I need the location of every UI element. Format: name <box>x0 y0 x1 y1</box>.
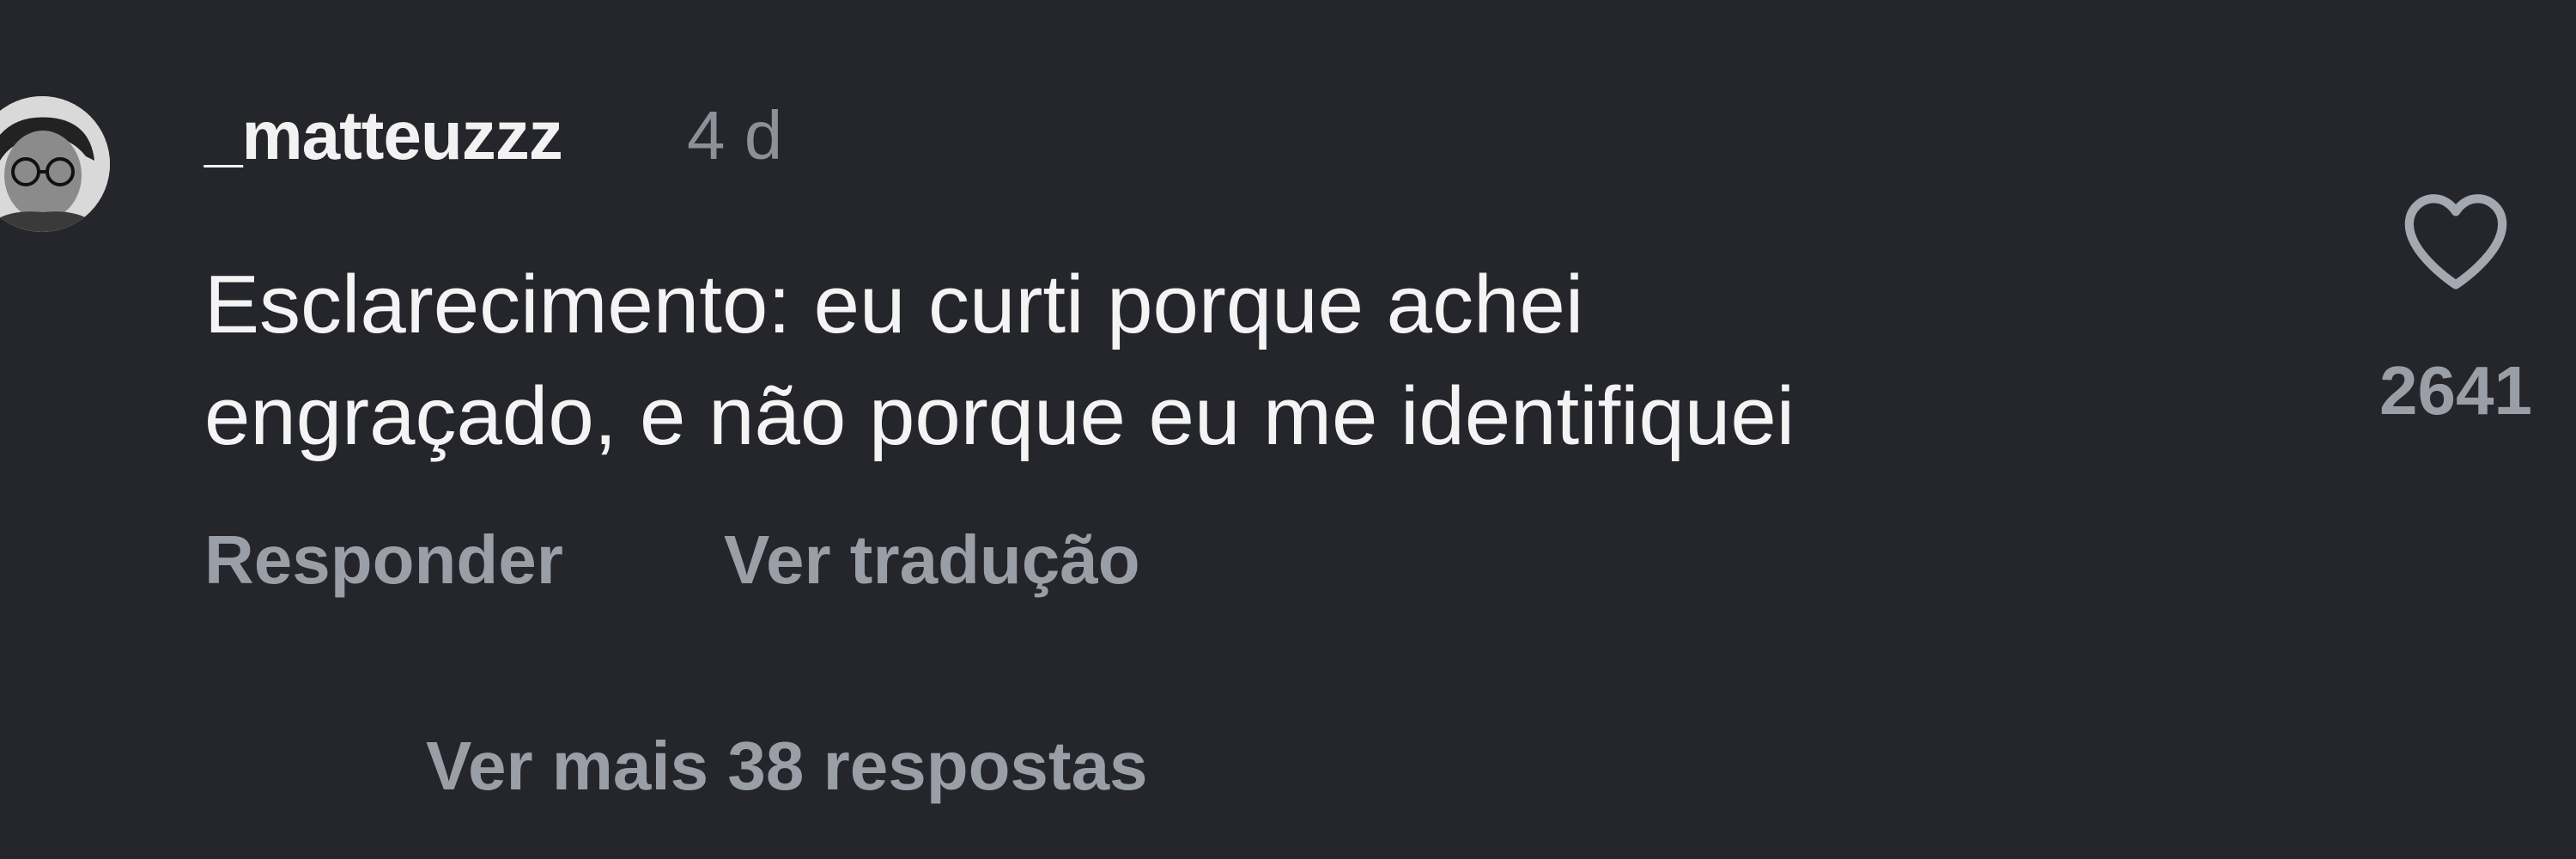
comment-text-line: engraçado, e não porque eu me identifiqu… <box>204 370 1795 462</box>
like-count: 2641 <box>2379 352 2532 429</box>
reply-button[interactable]: Responder <box>204 526 563 594</box>
view-more-replies-button[interactable]: Ver mais 38 respostas <box>426 732 1148 801</box>
avatar[interactable] <box>0 96 110 232</box>
comment-text: Esclarecimento: eu curti porque achei en… <box>204 249 2179 472</box>
see-translation-button[interactable]: Ver tradução <box>724 526 1140 594</box>
like-control: 2641 <box>2379 189 2532 447</box>
comment-timestamp: 4 d <box>687 97 783 174</box>
comment-item: _matteuzzz 4 d Esclarecimento: eu curti … <box>0 0 2576 859</box>
avatar-image <box>0 96 110 232</box>
comment-text-line: Esclarecimento: eu curti porque achei <box>204 259 1584 350</box>
heart-outline-icon[interactable] <box>2400 189 2512 292</box>
username[interactable]: _matteuzzz <box>204 101 563 170</box>
